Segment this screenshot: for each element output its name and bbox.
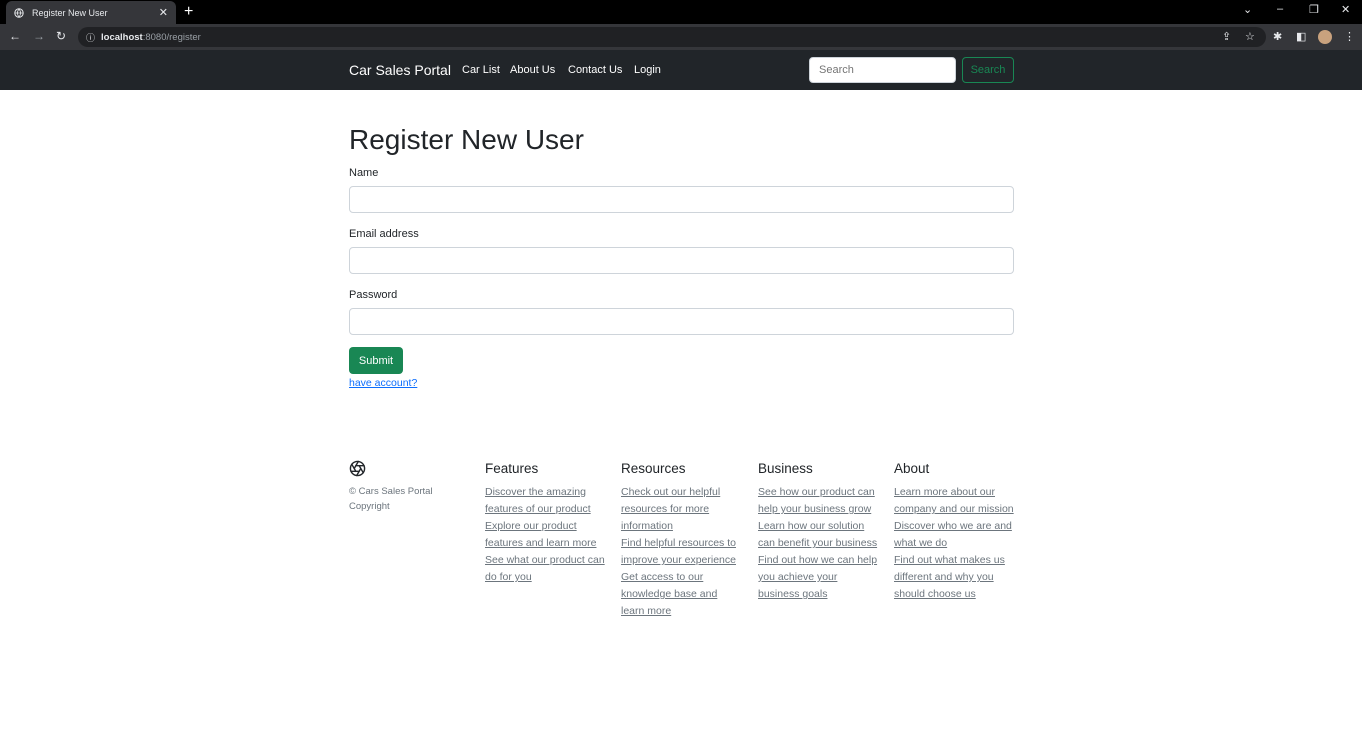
- email-label: Email address: [349, 228, 419, 240]
- footer-link[interactable]: Learn how our solution can benefit your …: [758, 518, 878, 552]
- footer-heading: Features: [485, 461, 539, 476]
- menu-icon[interactable]: ⋮: [1344, 30, 1355, 43]
- password-field[interactable]: [349, 308, 1014, 335]
- nav-link-car-list[interactable]: Car List: [462, 64, 500, 76]
- forward-icon[interactable]: →: [33, 29, 45, 43]
- footer-link[interactable]: Find helpful resources to improve your e…: [621, 535, 741, 569]
- browser-tab[interactable]: Register New User ✕: [6, 1, 176, 24]
- globe-icon: [14, 7, 24, 18]
- address-bar[interactable]: ⓘ localhost:8080/register: [78, 27, 1266, 47]
- footer-column-business: Business See how our product can help yo…: [758, 460, 878, 603]
- footer-heading: Resources: [621, 461, 686, 476]
- site-navbar: Car Sales Portal Car List About Us Conta…: [0, 50, 1362, 90]
- browser-tab-bar: Register New User ✕ + ⌄ – ❐ ✕: [0, 0, 1362, 24]
- profile-avatar[interactable]: [1318, 30, 1332, 44]
- footer-link[interactable]: See how our product can help your busine…: [758, 484, 878, 518]
- page-title: Register New User: [349, 124, 584, 155]
- copyright-text: © Cars Sales Portal Copyright: [349, 486, 433, 512]
- tab-search-icon[interactable]: ⌄: [1243, 3, 1252, 16]
- password-label: Password: [349, 289, 398, 301]
- window-close-icon[interactable]: ✕: [1341, 3, 1350, 16]
- footer-column-about: About Learn more about our company and o…: [894, 460, 1014, 603]
- name-label: Name: [349, 167, 379, 179]
- footer-link[interactable]: Discover who we are and what we do: [894, 518, 1014, 552]
- footer-link[interactable]: Discover the amazing features of our pro…: [485, 484, 605, 518]
- browser-toolbar: ← → ↻ ⓘ localhost:8080/register ⇪ ☆ ✱ ◧ …: [0, 24, 1362, 50]
- back-icon[interactable]: ←: [9, 29, 21, 43]
- nav-link-login[interactable]: Login: [634, 64, 661, 76]
- submit-button[interactable]: Submit: [349, 347, 403, 374]
- have-account-link[interactable]: have account?: [349, 377, 417, 389]
- footer-link[interactable]: Learn more about our company and our mis…: [894, 484, 1014, 518]
- footer-link[interactable]: Explore our product features and learn m…: [485, 518, 605, 552]
- footer-link[interactable]: See what our product can do for you: [485, 552, 605, 586]
- tab-title: Register New User: [32, 7, 108, 18]
- info-icon[interactable]: ⓘ: [86, 31, 95, 44]
- restore-icon[interactable]: ❐: [1309, 3, 1319, 16]
- tab-close-icon[interactable]: ✕: [159, 6, 168, 19]
- nav-link-contact-us[interactable]: Contact Us: [568, 64, 622, 76]
- brand-link[interactable]: Car Sales Portal: [349, 62, 451, 78]
- footer-link[interactable]: Get access to our knowledge base and lea…: [621, 569, 741, 620]
- search-input[interactable]: [809, 57, 956, 83]
- footer-heading: About: [894, 461, 930, 476]
- minimize-icon[interactable]: –: [1277, 3, 1283, 15]
- footer-column-features: Features Discover the amazing features o…: [485, 460, 605, 586]
- footer-column-resources: Resources Check out our helpful resource…: [621, 460, 741, 620]
- nav-link-about-us[interactable]: About Us: [510, 64, 555, 76]
- bookmark-star-icon[interactable]: ☆: [1245, 30, 1255, 43]
- share-icon[interactable]: ⇪: [1222, 30, 1231, 43]
- footer-link[interactable]: Find out what makes us different and why…: [894, 552, 1014, 603]
- name-field[interactable]: [349, 186, 1014, 213]
- extensions-icon[interactable]: ✱: [1273, 30, 1282, 43]
- url-host: localhost: [101, 31, 143, 43]
- reload-icon[interactable]: ↻: [56, 29, 66, 43]
- email-field[interactable]: [349, 247, 1014, 274]
- side-panel-icon[interactable]: ◧: [1296, 30, 1306, 43]
- footer-link[interactable]: Find out how we can help you achieve you…: [758, 552, 878, 603]
- footer-link[interactable]: Check out our helpful resources for more…: [621, 484, 741, 535]
- search-button[interactable]: Search: [962, 57, 1014, 83]
- aperture-logo-icon: [349, 460, 366, 477]
- new-tab-icon[interactable]: +: [184, 2, 193, 22]
- url-path: :8080/register: [142, 31, 201, 43]
- footer-heading: Business: [758, 461, 813, 476]
